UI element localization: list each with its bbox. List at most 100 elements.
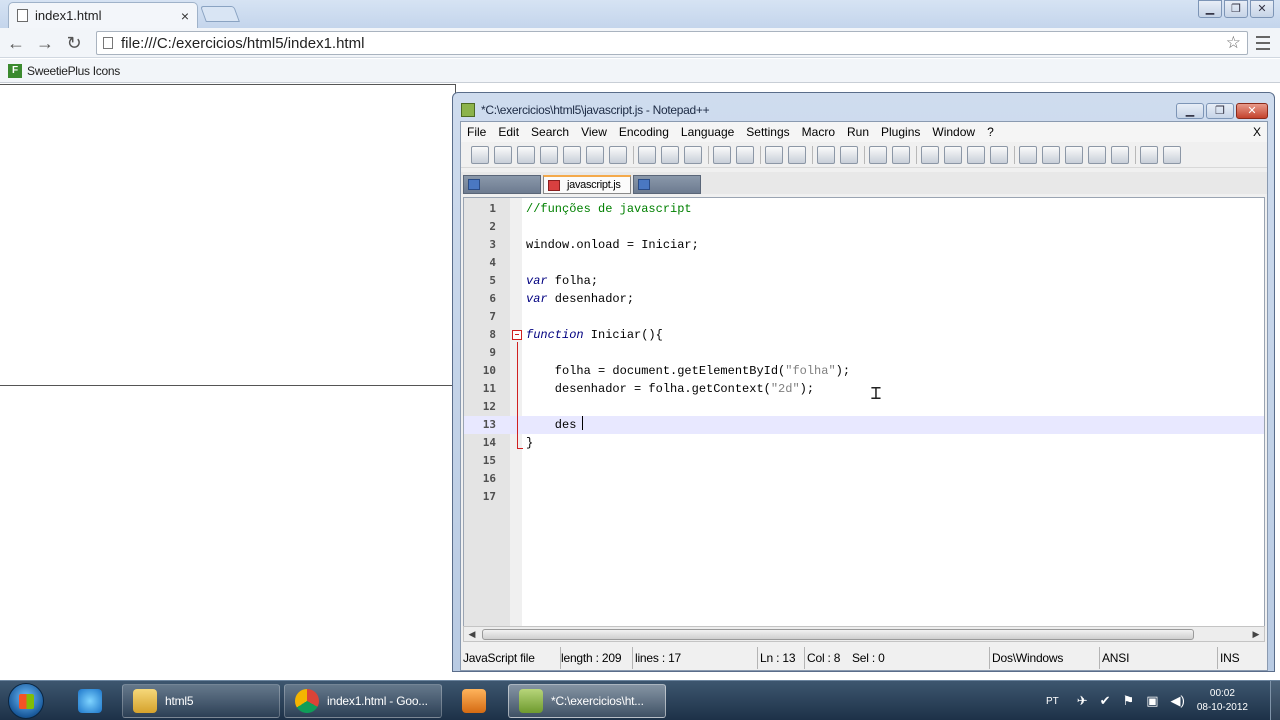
code-line[interactable]: 8 function Iniciar(){ bbox=[464, 326, 1264, 344]
sync-vertical-icon[interactable] bbox=[869, 145, 887, 164]
scroll-right-icon[interactable]: ▶ bbox=[1248, 627, 1264, 641]
save-macro-icon[interactable] bbox=[1111, 145, 1129, 164]
code-line[interactable]: 11 desenhador = folha.getContext("2d"); bbox=[464, 380, 1264, 398]
menu-macro[interactable]: Macro bbox=[802, 125, 835, 139]
code-line[interactable]: 10 folha = document.getElementById("folh… bbox=[464, 362, 1264, 380]
menu-help[interactable]: ? bbox=[987, 125, 994, 139]
record-macro-icon[interactable] bbox=[1019, 145, 1037, 164]
code-line[interactable]: 13 des bbox=[464, 416, 1264, 434]
network-icon[interactable]: ▣ bbox=[1146, 693, 1158, 709]
paste-icon[interactable] bbox=[684, 145, 702, 164]
redo-icon[interactable] bbox=[736, 145, 754, 164]
menu-file[interactable]: File bbox=[467, 125, 486, 139]
show-desktop-button[interactable] bbox=[1270, 681, 1280, 720]
windows-logo-icon bbox=[19, 694, 34, 709]
scrollbar-thumb[interactable] bbox=[482, 629, 1194, 640]
code-line[interactable]: 12 bbox=[464, 398, 1264, 416]
cut-icon[interactable] bbox=[638, 145, 656, 164]
code-line[interactable]: 3 window.onload = Iniciar; bbox=[464, 236, 1264, 254]
new-file-icon[interactable] bbox=[471, 145, 489, 164]
start-button[interactable] bbox=[8, 683, 44, 719]
code-line[interactable]: 9 bbox=[464, 344, 1264, 362]
show-all-chars-icon[interactable] bbox=[944, 145, 962, 164]
flag-icon[interactable]: ⚑ bbox=[1123, 693, 1135, 709]
menu-encoding[interactable]: Encoding bbox=[619, 125, 669, 139]
security-icon[interactable]: ✔ bbox=[1100, 693, 1111, 709]
address-bar[interactable]: file:///C:/exercicios/html5/index1.html … bbox=[96, 31, 1248, 55]
save-icon[interactable] bbox=[517, 145, 535, 164]
menu-language[interactable]: Language bbox=[681, 125, 734, 139]
undo-icon[interactable] bbox=[713, 145, 731, 164]
menu-window[interactable]: Window bbox=[932, 125, 975, 139]
minimize-icon[interactable]: ▁ bbox=[1176, 103, 1204, 119]
code-line[interactable]: 5 var folha; bbox=[464, 272, 1264, 290]
bookmark-sweetieplus[interactable]: SweetiePlus Icons bbox=[27, 64, 120, 78]
menu-settings[interactable]: Settings bbox=[746, 125, 789, 139]
taskbar-item-explorer[interactable]: html5 bbox=[122, 684, 280, 718]
code-line[interactable]: 1 //funções de javascript bbox=[464, 200, 1264, 218]
stop-macro-icon[interactable] bbox=[1042, 145, 1060, 164]
document-tab[interactable] bbox=[463, 175, 541, 194]
browser-tab[interactable]: index1.html × bbox=[8, 2, 198, 28]
launch-browser-icon[interactable] bbox=[1140, 145, 1158, 164]
restore-icon[interactable]: ❐ bbox=[1206, 103, 1234, 119]
menu-icon[interactable] bbox=[1256, 34, 1270, 52]
code-editor[interactable]: 1 //funções de javascript 2 3 window.onload … bbox=[463, 197, 1265, 627]
taskbar-item-notepadpp[interactable]: *C:\exercicios\ht... bbox=[508, 684, 666, 718]
restore-icon[interactable]: ❐ bbox=[1224, 0, 1248, 18]
reload-icon[interactable]: ↻ bbox=[63, 32, 85, 54]
zoom-out-icon[interactable] bbox=[840, 145, 858, 164]
fold-toggle-icon[interactable] bbox=[512, 330, 522, 340]
close-document-icon[interactable]: X bbox=[1253, 125, 1261, 139]
run-macro-multiple-icon[interactable] bbox=[1088, 145, 1106, 164]
document-tab-javascript[interactable]: javascript.js bbox=[543, 175, 631, 194]
scroll-left-icon[interactable]: ◀ bbox=[464, 627, 480, 641]
code-line[interactable]: 14} bbox=[464, 434, 1264, 452]
new-tab-button[interactable] bbox=[200, 6, 240, 22]
code-line[interactable]: 17 bbox=[464, 488, 1264, 506]
taskbar-media-player[interactable] bbox=[452, 684, 498, 718]
menu-run[interactable]: Run bbox=[847, 125, 869, 139]
spell-check-icon[interactable] bbox=[1163, 145, 1181, 164]
indent-guide-icon[interactable] bbox=[967, 145, 985, 164]
document-tab[interactable] bbox=[633, 175, 701, 194]
print-icon[interactable] bbox=[609, 145, 627, 164]
code-line[interactable]: 16 bbox=[464, 470, 1264, 488]
lang-icon[interactable] bbox=[990, 145, 1008, 164]
close-all-icon[interactable] bbox=[586, 145, 604, 164]
menu-search[interactable]: Search bbox=[531, 125, 569, 139]
minimize-icon[interactable]: ▁ bbox=[1198, 0, 1222, 18]
forward-arrow-icon[interactable]: → bbox=[34, 32, 56, 54]
menu-plugins[interactable]: Plugins bbox=[881, 125, 920, 139]
code-line[interactable]: 2 bbox=[464, 218, 1264, 236]
code-line[interactable]: 7 bbox=[464, 308, 1264, 326]
code-line[interactable]: 4 bbox=[464, 254, 1264, 272]
volume-icon[interactable]: ◀) bbox=[1171, 693, 1185, 709]
clock[interactable]: 00:02 08-10-2012 bbox=[1197, 687, 1248, 715]
copy-icon[interactable] bbox=[661, 145, 679, 164]
address-url[interactable]: file:///C:/exercicios/html5/index1.html bbox=[121, 35, 1226, 52]
find-icon[interactable] bbox=[765, 145, 783, 164]
close-icon[interactable]: ✕ bbox=[1250, 0, 1274, 18]
taskbar-internet-explorer[interactable] bbox=[68, 684, 114, 718]
taskbar-item-chrome[interactable]: index1.html - Goo... bbox=[284, 684, 442, 718]
word-wrap-icon[interactable] bbox=[921, 145, 939, 164]
zoom-in-icon[interactable] bbox=[817, 145, 835, 164]
play-macro-icon[interactable] bbox=[1065, 145, 1083, 164]
menu-view[interactable]: View bbox=[581, 125, 607, 139]
open-file-icon[interactable] bbox=[494, 145, 512, 164]
tab-close-icon[interactable]: × bbox=[181, 8, 189, 24]
close-icon[interactable]: ✕ bbox=[1236, 103, 1268, 119]
back-arrow-icon[interactable]: ← bbox=[5, 32, 27, 54]
language-indicator[interactable]: PT bbox=[1046, 696, 1059, 707]
menu-edit[interactable]: Edit bbox=[498, 125, 519, 139]
tools-icon[interactable]: ✈ bbox=[1077, 693, 1088, 709]
save-all-icon[interactable] bbox=[540, 145, 558, 164]
code-line[interactable]: 15 bbox=[464, 452, 1264, 470]
code-line[interactable]: 6 var desenhador; bbox=[464, 290, 1264, 308]
sync-horizontal-icon[interactable] bbox=[892, 145, 910, 164]
close-file-icon[interactable] bbox=[563, 145, 581, 164]
replace-icon[interactable] bbox=[788, 145, 806, 164]
star-icon[interactable]: ☆ bbox=[1226, 33, 1241, 53]
horizontal-scrollbar[interactable]: ◀ ▶ bbox=[463, 626, 1265, 642]
